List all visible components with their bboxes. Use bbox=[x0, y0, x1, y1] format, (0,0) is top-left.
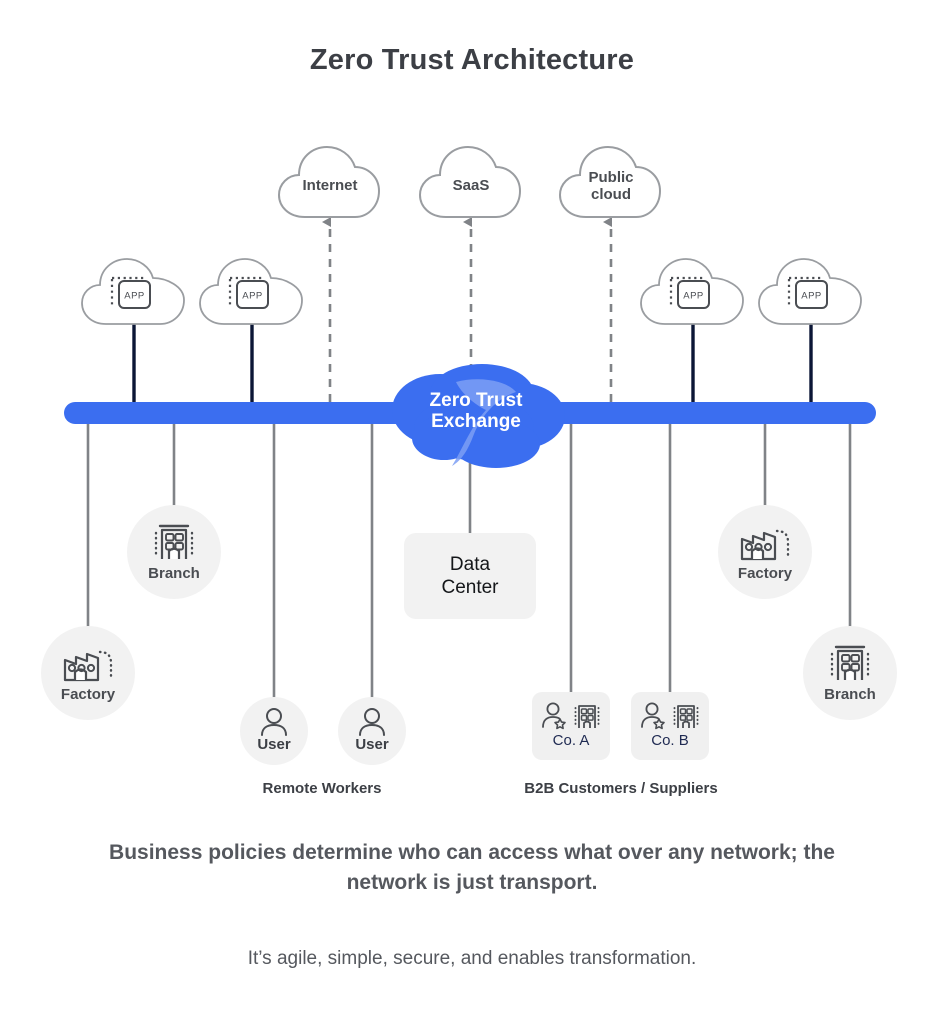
diagram-canvas: Zero Trust Architecture Internet SaaS Pu… bbox=[0, 0, 944, 1024]
svg-text:APP: APP bbox=[242, 291, 263, 302]
zero-trust-exchange-label: Zero Trust Exchange bbox=[378, 358, 574, 476]
partner-company-icon bbox=[641, 702, 699, 730]
zte-line-2: Exchange bbox=[431, 411, 521, 432]
cloud-icon: APP bbox=[81, 258, 185, 325]
svg-text:APP: APP bbox=[801, 291, 822, 302]
cloud-icon: APP bbox=[640, 258, 744, 325]
site-node-factory-right[interactable]: Factory bbox=[718, 505, 812, 599]
site-node-label: Branch bbox=[824, 686, 876, 703]
company-tile-label: Co. B bbox=[651, 732, 689, 749]
svg-text:APP: APP bbox=[124, 291, 145, 302]
user-node-label: User bbox=[257, 736, 291, 753]
data-center-node[interactable]: Data Center bbox=[404, 533, 536, 619]
factory-icon bbox=[718, 519, 812, 568]
cloud-icon: APP bbox=[758, 258, 862, 325]
group-caption-remote-workers: Remote Workers bbox=[262, 780, 382, 797]
site-node-factory-left[interactable]: Factory bbox=[41, 626, 135, 720]
branch-icon bbox=[803, 640, 897, 689]
data-center-line-1: Data bbox=[449, 553, 491, 575]
user-node-1[interactable]: User bbox=[240, 697, 308, 765]
destination-cloud-label: Internet bbox=[302, 177, 358, 195]
group-caption-b2b: B2B Customers / Suppliers bbox=[524, 780, 718, 797]
destination-cloud-label: SaaS bbox=[452, 177, 490, 195]
app-cloud-3[interactable]: APP bbox=[637, 252, 749, 332]
trusted-user-icon bbox=[641, 702, 665, 730]
zte-line-1: Zero Trust bbox=[429, 389, 523, 411]
zero-trust-exchange-node[interactable]: Zero Trust Exchange bbox=[378, 358, 574, 476]
company-tile-label: Co. A bbox=[552, 732, 590, 749]
factory-icon bbox=[41, 640, 135, 689]
footer-subline: It’s agile, simple, secure, and enables … bbox=[247, 948, 697, 969]
app-cloud-1[interactable]: APP bbox=[78, 252, 190, 332]
destination-cloud-public-cloud[interactable]: Public cloud bbox=[556, 139, 666, 227]
building-icon bbox=[673, 705, 699, 728]
destination-cloud-internet[interactable]: Internet bbox=[275, 139, 385, 227]
trusted-user-icon bbox=[542, 702, 566, 730]
user-node-2[interactable]: User bbox=[338, 697, 406, 765]
site-node-label: Branch bbox=[148, 565, 200, 582]
cloud-icon: APP bbox=[199, 258, 303, 325]
site-node-branch-right[interactable]: Branch bbox=[803, 626, 897, 720]
partner-company-icon bbox=[542, 702, 600, 730]
app-cloud-2[interactable]: APP bbox=[196, 252, 308, 332]
building-icon bbox=[574, 705, 600, 728]
page-title: Zero Trust Architecture bbox=[309, 44, 635, 76]
branch-icon bbox=[127, 519, 221, 568]
site-node-label: Factory bbox=[60, 686, 116, 703]
company-tile-co-b[interactable]: Co. B bbox=[631, 692, 709, 760]
site-node-label: Factory bbox=[737, 565, 793, 582]
site-node-branch-left[interactable]: Branch bbox=[127, 505, 221, 599]
company-tile-co-a[interactable]: Co. A bbox=[532, 692, 610, 760]
destination-cloud-saas[interactable]: SaaS bbox=[416, 139, 526, 227]
destination-cloud-label: Public cloud bbox=[588, 168, 634, 203]
user-node-label: User bbox=[355, 736, 389, 753]
svg-text:APP: APP bbox=[683, 291, 704, 302]
app-cloud-4[interactable]: APP bbox=[755, 252, 867, 332]
data-center-line-2: Center bbox=[441, 577, 499, 598]
footer-headline: Business policies determine who can acce… bbox=[109, 841, 835, 895]
